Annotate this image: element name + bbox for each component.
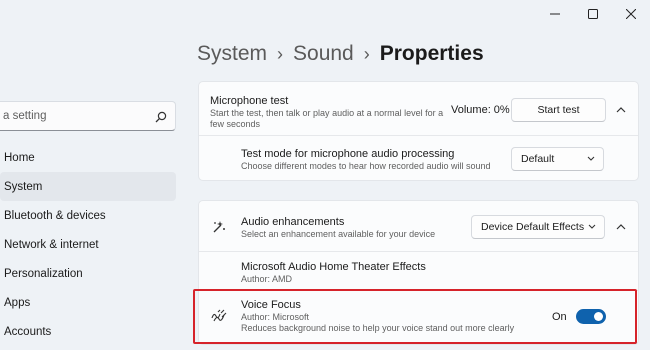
- dropdown-value: Default: [521, 153, 555, 165]
- sidebar-item-system[interactable]: System: [0, 172, 176, 201]
- chevron-down-icon: [587, 156, 595, 161]
- microphone-test-card: Microphone test Start the test, then tal…: [198, 81, 639, 181]
- dropdown-value: Device Default Effects: [481, 221, 585, 233]
- search-icon[interactable]: [155, 110, 167, 128]
- sparkle-icon: [212, 220, 226, 239]
- breadcrumb-separator: ›: [363, 43, 370, 64]
- microphone-test-description: Start the test, then talk or play audio …: [210, 108, 444, 129]
- sidebar-item-network-internet[interactable]: Network & internet: [0, 230, 176, 259]
- collapse-chevron-icon[interactable]: [616, 107, 626, 113]
- breadcrumb: System › Sound › Properties: [197, 42, 484, 66]
- highlight-box: [193, 289, 637, 344]
- sidebar-item-accounts[interactable]: Accounts: [0, 317, 176, 346]
- sidebar-item-label: Personalization: [4, 267, 83, 280]
- test-mode-dropdown[interactable]: Default: [511, 147, 604, 171]
- volume-readout: Volume: 0%: [451, 104, 510, 116]
- close-button[interactable]: [612, 0, 650, 28]
- microphone-test-row: Microphone test Start the test, then tal…: [199, 82, 638, 135]
- sidebar-item-label: Network & internet: [4, 238, 99, 251]
- sidebar-item-label: Bluetooth & devices: [4, 209, 106, 222]
- window-controls: [536, 0, 650, 28]
- sidebar-item-label: System: [4, 180, 43, 193]
- test-mode-row: Test mode for microphone audio processin…: [199, 136, 638, 182]
- sidebar-item-apps[interactable]: Apps: [0, 288, 176, 317]
- maximize-icon: [588, 9, 598, 19]
- breadcrumb-separator: ›: [277, 43, 284, 64]
- sidebar-item-home[interactable]: Home: [0, 143, 176, 172]
- sidebar-nav: Home System Bluetooth & devices Network …: [0, 143, 176, 346]
- amd-effects-title: Microsoft Audio Home Theater Effects: [241, 261, 426, 273]
- sidebar-item-label: Apps: [4, 296, 31, 309]
- maximize-button[interactable]: [574, 0, 612, 28]
- sidebar-item-personalization[interactable]: Personalization: [0, 259, 176, 288]
- sidebar-item-bluetooth-devices[interactable]: Bluetooth & devices: [0, 201, 176, 230]
- audio-enhancements-description: Select an enhancement available for your…: [241, 229, 436, 239]
- sidebar-item-label: Accounts: [4, 325, 52, 338]
- search-input[interactable]: [3, 110, 143, 122]
- collapse-chevron-icon[interactable]: [616, 224, 626, 230]
- close-icon: [626, 9, 636, 19]
- minimize-icon: [550, 13, 560, 15]
- start-test-button[interactable]: Start test: [511, 98, 606, 122]
- breadcrumb-sound[interactable]: Sound: [293, 42, 354, 66]
- amd-effects-row: Microsoft Audio Home Theater Effects Aut…: [199, 252, 638, 290]
- minimize-button[interactable]: [536, 0, 574, 28]
- audio-enhancements-title: Audio enhancements: [241, 216, 345, 228]
- audio-enhancements-dropdown[interactable]: Device Default Effects: [471, 215, 605, 239]
- sidebar-item-label: Home: [4, 151, 35, 164]
- test-mode-description: Choose different modes to hear how recor…: [241, 161, 491, 171]
- microphone-test-title: Microphone test: [210, 95, 289, 107]
- page-title: Properties: [379, 42, 484, 65]
- amd-effects-author: Author: AMD: [241, 274, 293, 284]
- breadcrumb-system[interactable]: System: [197, 42, 267, 66]
- chevron-down-icon: [588, 224, 596, 229]
- search-box[interactable]: [0, 101, 176, 131]
- test-mode-title: Test mode for microphone audio processin…: [241, 148, 455, 160]
- audio-enhancements-row: Audio enhancements Select an enhancement…: [199, 201, 638, 251]
